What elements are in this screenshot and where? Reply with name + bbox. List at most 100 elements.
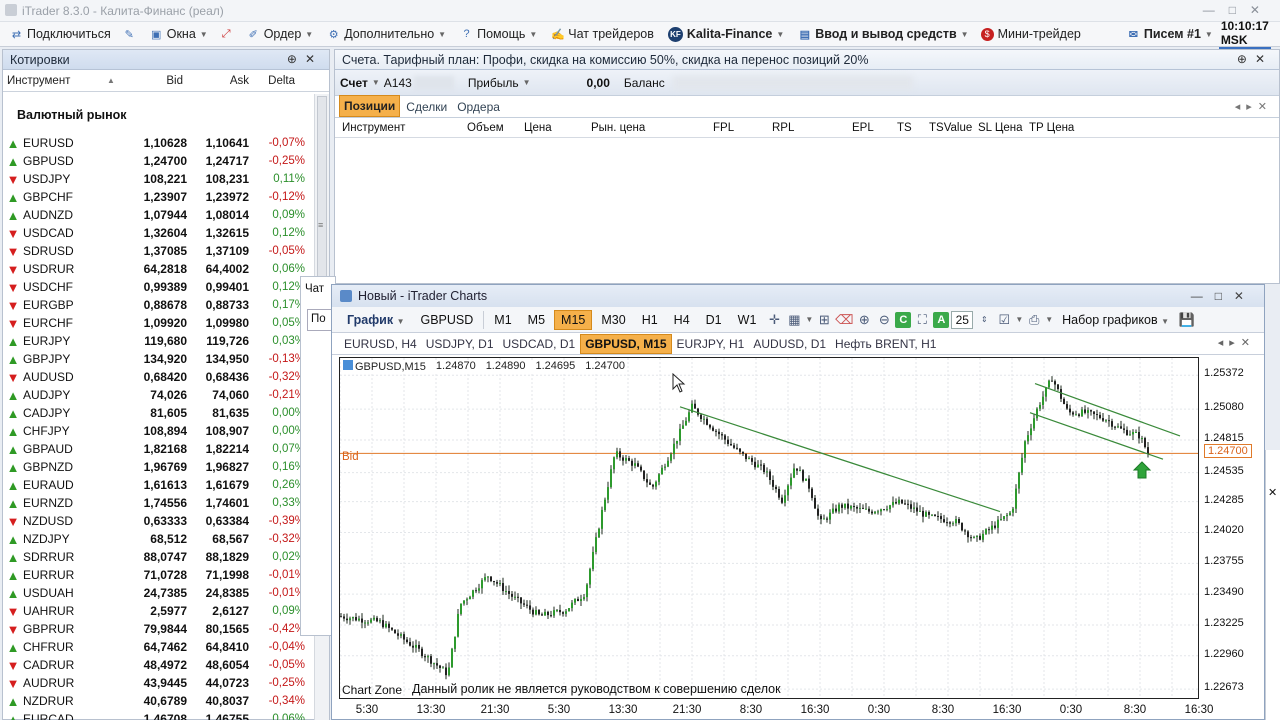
ctab-usdcad[interactable]: USDCAD, D1 [499, 335, 580, 353]
tab-positions[interactable]: Позиции [339, 95, 401, 117]
quote-ask[interactable]: 74,060 [187, 388, 249, 402]
charts-window-controls[interactable]: —□✕ [1191, 289, 1256, 303]
profit-label[interactable]: Прибыль [468, 76, 519, 90]
account-value[interactable]: A143 [384, 76, 412, 90]
pcol-volume[interactable]: Объем [467, 122, 504, 134]
ctab-gbpusd[interactable]: GBPUSD, M15 [580, 333, 672, 354]
quote-ask[interactable]: 134,950 [187, 352, 249, 366]
time-axis[interactable]: 5:30 13:30 21:30 5:30 13:30 21:30 8:30 16:30 0:3… [339, 699, 1214, 719]
quote-row-gbprur[interactable]: ▼ GBPRUR 79,9844 80,1565 -0,42% [3, 620, 313, 638]
quote-row-usdrur[interactable]: ▼ USDRUR 64,2818 64,4002 0,06% [3, 260, 313, 278]
quote-bid[interactable]: 88,0747 [123, 550, 187, 564]
mail-button[interactable]: ✉ Писем #1 ▼ [1121, 23, 1219, 45]
connect-button[interactable]: ⇄ Подключиться [4, 23, 117, 45]
quote-ask[interactable]: 44,0723 [187, 676, 249, 690]
quote-ask[interactable]: 24,8385 [187, 586, 249, 600]
price-axis[interactable]: 1.24700 1.25372 1.25080 1.24815 1.24535 1.24… [1199, 357, 1265, 699]
quote-ask[interactable]: 1,10641 [187, 136, 249, 150]
fit-icon[interactable]: ⛶ [913, 311, 931, 329]
quote-row-audrur[interactable]: ▼ AUDRUR 43,9445 44,0723 -0,25% [3, 674, 313, 692]
ctab-brent[interactable]: Нефть BRENT, H1 [831, 335, 940, 353]
quote-row-eurchf[interactable]: ▼ EURCHF 1,09920 1,09980 0,05% [3, 314, 313, 332]
quote-bid[interactable]: 1,46708 [123, 712, 187, 720]
quote-ask[interactable]: 80,1565 [187, 622, 249, 636]
quote-ask[interactable]: 1,74601 [187, 496, 249, 510]
tf-h1[interactable]: H1 [635, 310, 665, 330]
windows-menu[interactable]: ▣ Окна ▼ [144, 23, 214, 45]
pcol-tp[interactable]: TP Цена [1029, 122, 1074, 134]
ctab-audusd[interactable]: AUDUSD, D1 [749, 335, 830, 353]
window-controls[interactable]: —□✕ [1203, 3, 1274, 17]
quote-bid[interactable]: 134,920 [123, 352, 187, 366]
quote-bid[interactable]: 64,7462 [123, 640, 187, 654]
quote-row-eurjpy[interactable]: ▲ EURJPY 119,680 119,726 0,03% [3, 332, 313, 350]
quote-bid[interactable]: 0,88678 [123, 298, 187, 312]
quote-ask[interactable]: 81,635 [187, 406, 249, 420]
quote-ask[interactable]: 1,08014 [187, 208, 249, 222]
quote-row-audnzd[interactable]: ▲ AUDNZD 1,07944 1,08014 0,09% [3, 206, 313, 224]
quote-row-eurusd[interactable]: ▲ EURUSD 1,10628 1,10641 -0,07% [3, 134, 313, 152]
quote-bid[interactable]: 68,512 [123, 532, 187, 546]
quote-row-eurrur[interactable]: ▲ EURRUR 71,0728 71,1998 -0,01% [3, 566, 313, 584]
quote-ask[interactable]: 108,231 [187, 172, 249, 186]
ctab-eurusd[interactable]: EURUSD, H4 [340, 335, 421, 353]
ctabs-nav-close[interactable]: ◂▸✕ [1218, 336, 1256, 349]
quote-bid[interactable]: 1,07944 [123, 208, 187, 222]
zoom-stepper-icon[interactable]: ⇕ [975, 311, 993, 329]
quote-bid[interactable]: 1,37085 [123, 244, 187, 258]
chart-sets-menu[interactable]: Набор графиков ▼ [1055, 310, 1176, 330]
tabs-nav-close[interactable]: ◂▸✕ [1235, 100, 1273, 113]
col-bid[interactable]: Bid [137, 75, 183, 87]
quote-bid[interactable]: 74,026 [123, 388, 187, 402]
pcol-tsvalue[interactable]: TSValue [929, 122, 972, 134]
quote-bid[interactable]: 2,5977 [123, 604, 187, 618]
quote-bid[interactable]: 1,32604 [123, 226, 187, 240]
quote-row-usduah[interactable]: ▲ USDUAH 24,7385 24,8385 -0,01% [3, 584, 313, 602]
order-menu[interactable]: ✐ Ордер ▼ [241, 23, 320, 45]
quote-bid[interactable]: 119,680 [123, 334, 187, 348]
mini-trader-button[interactable]: $ Мини-трейдер [975, 23, 1087, 45]
tf-w1[interactable]: W1 [731, 310, 764, 330]
quote-bid[interactable]: 64,2818 [123, 262, 187, 276]
quote-row-cadrur[interactable]: ▼ CADRUR 48,4972 48,6054 -0,05% [3, 656, 313, 674]
quote-bid[interactable]: 0,68420 [123, 370, 187, 384]
quote-bid[interactable]: 0,63333 [123, 514, 187, 528]
quote-bid[interactable]: 81,605 [123, 406, 187, 420]
help-menu[interactable]: ? Помощь ▼ [454, 23, 543, 45]
quote-ask[interactable]: 48,6054 [187, 658, 249, 672]
color-c-icon[interactable]: C [895, 311, 912, 328]
quote-row-gbpnzd[interactable]: ▲ GBPNZD 1,96769 1,96827 0,16% [3, 458, 313, 476]
indicators-icon[interactable]: ⊞ [815, 311, 833, 329]
quote-row-chfjpy[interactable]: ▲ CHFJPY 108,894 108,907 0,00% [3, 422, 313, 440]
zoom-in-icon[interactable]: ⊕ [855, 311, 873, 329]
col-ask[interactable]: Ask [183, 75, 249, 87]
tab-deals[interactable]: Сделки [402, 97, 451, 117]
quote-row-usdchf[interactable]: ▼ USDCHF 0,99389 0,99401 0,12% [3, 278, 313, 296]
quote-ask[interactable]: 1,82214 [187, 442, 249, 456]
quote-row-usdjpy[interactable]: ▼ USDJPY 108,221 108,231 0,11% [3, 170, 313, 188]
tf-m1[interactable]: M1 [487, 310, 518, 330]
quote-row-cadjpy[interactable]: ▲ CADJPY 81,605 81,635 0,00% [3, 404, 313, 422]
quote-ask[interactable]: 1,23972 [187, 190, 249, 204]
pcol-price[interactable]: Цена [524, 122, 552, 134]
template-icon[interactable]: ☑ [995, 311, 1013, 329]
ctab-eurjpy[interactable]: EURJPY, H1 [673, 335, 749, 353]
accounts-pin-close[interactable]: ⊕✕ [1237, 52, 1273, 66]
quote-bid[interactable]: 1,09920 [123, 316, 187, 330]
quote-bid[interactable]: 1,82168 [123, 442, 187, 456]
quote-ask[interactable]: 0,63384 [187, 514, 249, 528]
quote-row-eurnzd[interactable]: ▲ EURNZD 1,74556 1,74601 0,33% [3, 494, 313, 512]
quote-ask[interactable]: 1,61679 [187, 478, 249, 492]
pcol-sl[interactable]: SL Цена [978, 122, 1022, 134]
extra-menu[interactable]: ⚙ Дополнительно ▼ [321, 23, 452, 45]
pcol-fpl[interactable]: FPL [713, 122, 734, 134]
chat-tab[interactable]: Чат [301, 277, 335, 295]
quote-row-gbpjpy[interactable]: ▲ GBPJPY 134,920 134,950 -0,13% [3, 350, 313, 368]
quote-ask[interactable]: 88,1829 [187, 550, 249, 564]
quote-row-eurcad[interactable]: ▲ EURCAD 1,46708 1,46755 0,06% [3, 710, 313, 720]
quote-row-gbpchf[interactable]: ▲ GBPCHF 1,23907 1,23972 -0,12% [3, 188, 313, 206]
graph-menu[interactable]: График ▼ [340, 310, 411, 330]
quote-ask[interactable]: 1,96827 [187, 460, 249, 474]
col-instrument[interactable]: Инструмент [3, 75, 107, 87]
kalita-menu[interactable]: KF Kalita-Finance ▼ [662, 23, 790, 45]
